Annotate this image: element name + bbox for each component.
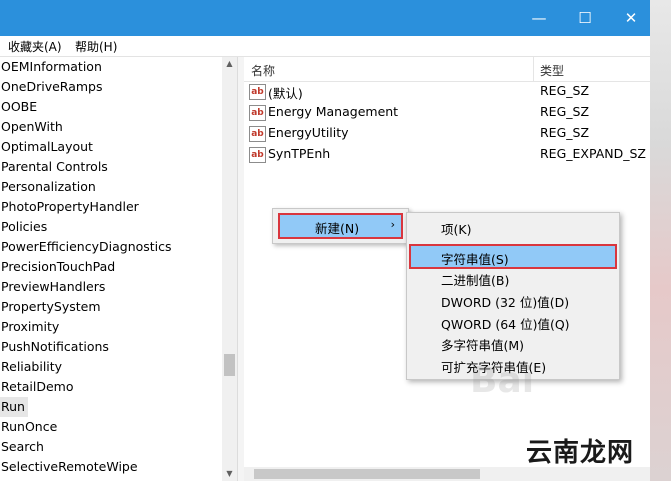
maximize-icon: ☐ <box>578 9 592 27</box>
tree-item[interactable]: OEMInformation <box>0 57 222 77</box>
pane-splitter[interactable] <box>237 57 244 481</box>
scroll-thumb[interactable] <box>224 354 235 376</box>
value-type: REG_SZ <box>540 104 590 119</box>
new-submenu: 项(K) 字符串值(S) 二进制值(B) DWORD (32 位)值(D) QW… <box>406 212 620 380</box>
tree-item[interactable]: PowerEfficiencyDiagnostics <box>0 237 222 257</box>
tree-item[interactable]: Reliability <box>0 357 222 377</box>
tree-item[interactable]: PhotoPropertyHandler <box>0 197 222 217</box>
value-name: Energy Management <box>268 104 399 119</box>
submenu-item-binary-value[interactable]: 二进制值(B) <box>441 270 509 289</box>
registry-tree: OEMInformation OneDriveRamps OOBE OpenWi… <box>0 57 222 481</box>
submenu-item-multi-string-value[interactable]: 多字符串值(M) <box>441 335 524 354</box>
desktop-background <box>650 0 671 481</box>
column-name-header[interactable]: 名称 <box>251 62 275 79</box>
column-divider[interactable] <box>533 57 534 81</box>
tree-item-selected[interactable]: Run <box>0 397 28 417</box>
tree-item[interactable]: PropertySystem <box>0 297 222 317</box>
tree-item[interactable]: RetailDemo <box>0 377 222 397</box>
close-icon: ✕ <box>624 9 638 27</box>
submenu-item-dword-value[interactable]: DWORD (32 位)值(D) <box>441 292 569 311</box>
menu-separator <box>437 244 613 245</box>
close-button[interactable]: ✕ <box>608 0 654 36</box>
value-type: REG_SZ <box>540 83 590 98</box>
string-value-icon: ab <box>249 126 266 142</box>
tree-item[interactable]: OOBE <box>0 97 222 117</box>
value-row[interactable]: ab SynTPEnh REG_EXPAND_SZ <box>244 144 650 165</box>
tree-item[interactable]: Parental Controls <box>0 157 222 177</box>
tree-item[interactable]: OneDriveRamps <box>0 77 222 97</box>
tree-item[interactable]: Search <box>0 437 222 457</box>
minimize-button[interactable]: — <box>516 0 562 36</box>
menu-bar: 收藏夹(A) 帮助(H) <box>0 36 650 57</box>
string-value-icon: ab <box>249 84 266 100</box>
string-value-icon: ab <box>249 147 266 163</box>
tree-item[interactable]: PrecisionTouchPad <box>0 257 222 277</box>
submenu-arrow-icon: › <box>390 218 395 231</box>
tree-scrollbar[interactable]: ▲ ▼ <box>222 57 237 481</box>
tree-item[interactable]: OpenWith <box>0 117 222 137</box>
submenu-item-string-value[interactable]: 字符串值(S) <box>441 249 509 268</box>
value-type: REG_SZ <box>540 125 590 140</box>
tree-item[interactable]: RunOnce <box>0 417 222 437</box>
submenu-item-qword-value[interactable]: QWORD (64 位)值(Q) <box>441 314 570 333</box>
tree-item[interactable]: Proximity <box>0 317 222 337</box>
value-name: EnergyUtility <box>268 125 349 140</box>
menu-item-label: 新建(N) <box>315 221 360 236</box>
minimize-icon: — <box>531 9 547 27</box>
column-type-header[interactable]: 类型 <box>540 62 564 79</box>
scroll-thumb[interactable] <box>254 469 480 479</box>
menu-help[interactable]: 帮助(H) <box>75 38 117 55</box>
menu-favorites[interactable]: 收藏夹(A) <box>8 38 62 55</box>
value-name: SynTPEnh <box>268 146 331 161</box>
submenu-item-key[interactable]: 项(K) <box>441 219 471 238</box>
string-value-icon: ab <box>249 105 266 121</box>
tree-item[interactable]: PushNotifications <box>0 337 222 357</box>
value-row[interactable]: ab (默认) REG_SZ <box>244 81 650 102</box>
tree-item[interactable]: Policies <box>0 217 222 237</box>
maximize-button[interactable]: ☐ <box>562 0 608 36</box>
context-menu: 新建(N) › <box>272 208 409 244</box>
tree-item[interactable]: SelectiveRemoteWipe <box>0 457 222 477</box>
title-bar: — ☐ ✕ <box>0 0 650 36</box>
value-type: REG_EXPAND_SZ <box>540 146 646 161</box>
column-header: 名称 类型 <box>244 57 650 82</box>
value-name: (默认) <box>268 86 303 101</box>
background-watermark: Bai <box>470 360 535 401</box>
scroll-up-icon[interactable]: ▲ <box>222 57 237 71</box>
menu-item-new[interactable]: 新建(N) › <box>278 213 403 239</box>
tree-item[interactable]: PreviewHandlers <box>0 277 222 297</box>
value-row[interactable]: ab EnergyUtility REG_SZ <box>244 123 650 144</box>
tree-item[interactable]: OptimalLayout <box>0 137 222 157</box>
tree-item[interactable]: Personalization <box>0 177 222 197</box>
value-row[interactable]: ab Energy Management REG_SZ <box>244 102 650 123</box>
scroll-down-icon[interactable]: ▼ <box>222 467 237 481</box>
watermark-logo: 云南龙网 <box>526 438 635 468</box>
